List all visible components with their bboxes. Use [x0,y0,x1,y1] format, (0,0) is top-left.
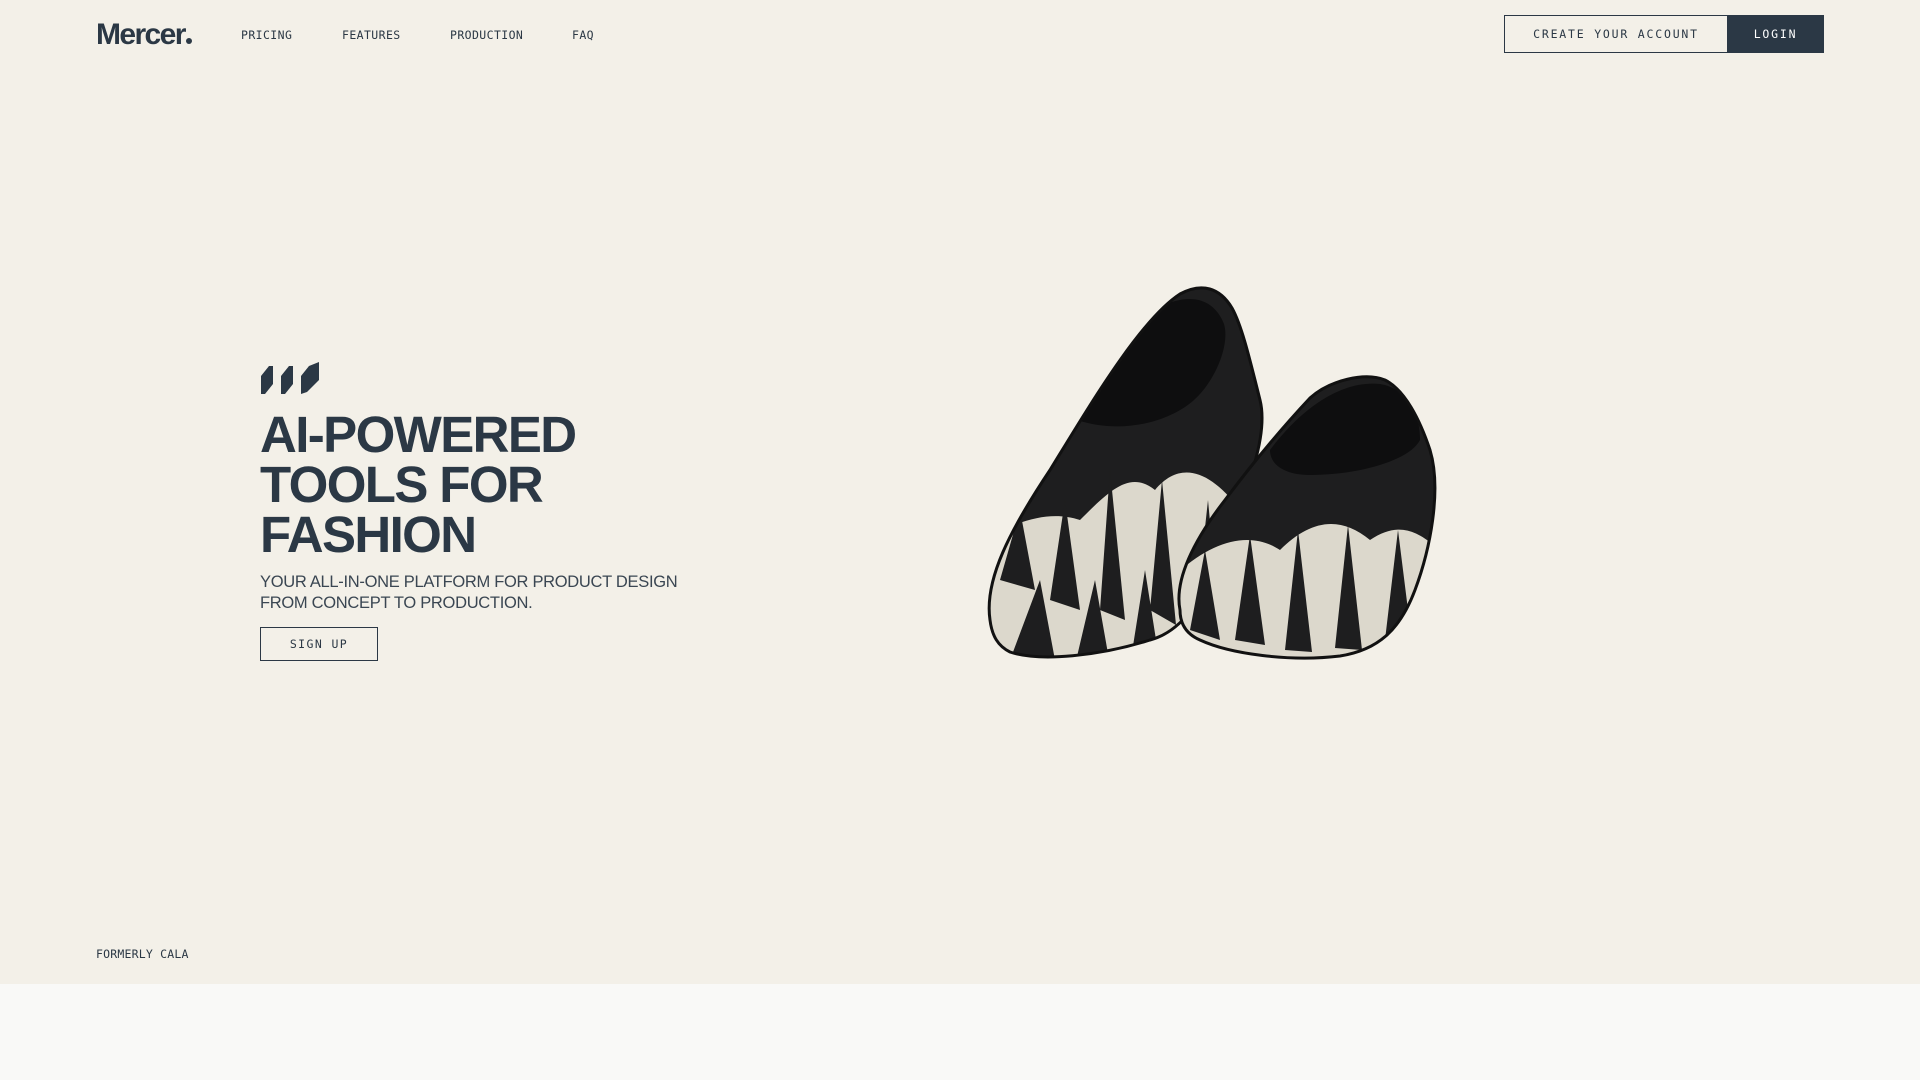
hero-section: Mercer PRICING FEATURES PRODUCTION FAQ C… [0,0,1920,984]
subhead-line-2: FROM CONCEPT TO PRODUCTION. [260,594,533,612]
nav-faq[interactable]: FAQ [572,28,594,42]
nav-pricing[interactable]: PRICING [241,28,292,42]
stripes-logo-icon [261,362,319,394]
formerly-cala-note: FORMERLY CALA [96,947,189,961]
nav-production[interactable]: PRODUCTION [450,28,523,42]
mercer-logo[interactable]: Mercer [96,17,192,53]
nav-features[interactable]: FEATURES [342,28,401,42]
create-account-button[interactable]: CREATE YOUR ACCOUNT [1504,15,1728,53]
signup-button[interactable]: SIGN UP [260,627,378,661]
logo-text: Mercer [96,18,186,51]
hero-subhead: YOUR ALL-IN-ONE PLATFORM FOR PRODUCT DES… [260,572,680,614]
login-button[interactable]: LOGIN [1727,15,1824,53]
subhead-line-1: YOUR ALL-IN-ONE PLATFORM FOR PRODUCT DES… [260,573,678,591]
black-and-white-loafers-image [987,286,1437,660]
headline-line-3: FASHION [260,506,477,563]
hero-headline: AI-POWERED TOOLS FOR FASHION [260,406,720,563]
headline-line-2: TOOLS FOR [260,456,544,513]
headline-line-1: AI-POWERED [260,406,577,463]
logo-dot [185,38,192,44]
